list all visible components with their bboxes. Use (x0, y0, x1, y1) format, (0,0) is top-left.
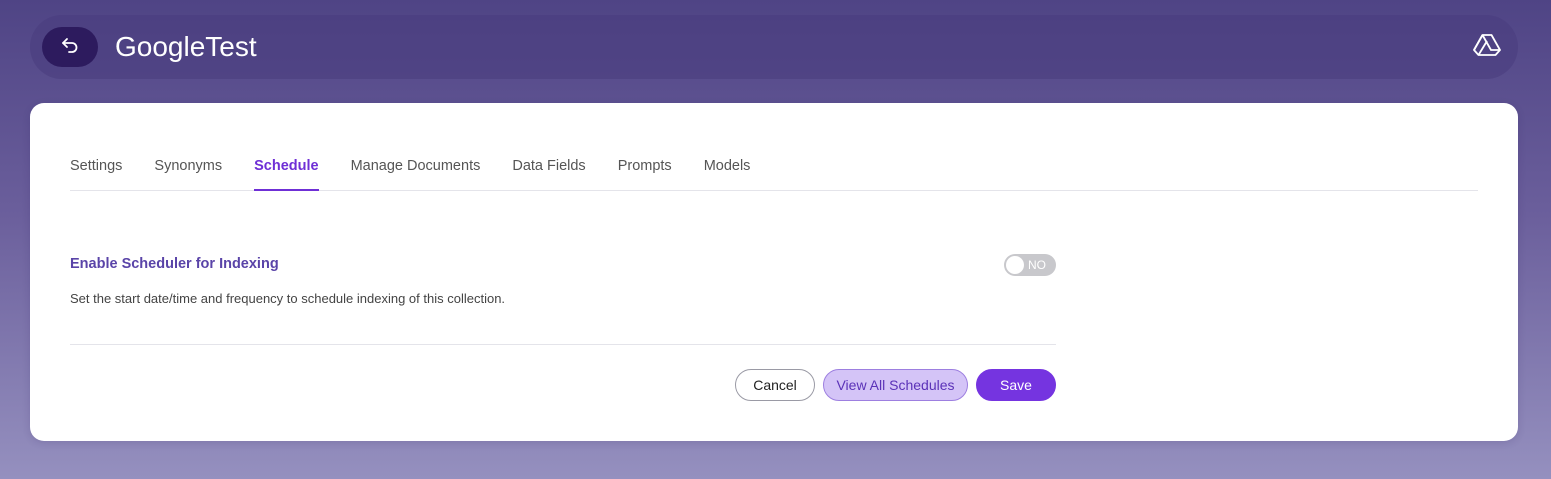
page-title: GoogleTest (115, 31, 257, 62)
divider (70, 344, 1056, 345)
tab-data-fields[interactable]: Data Fields (512, 147, 585, 189)
tab-settings[interactable]: Settings (70, 147, 122, 189)
cancel-button[interactable]: Cancel (735, 369, 815, 401)
tab-prompts[interactable]: Prompts (618, 147, 672, 189)
tab-synonyms[interactable]: Synonyms (154, 147, 222, 189)
view-all-schedules-button[interactable]: View All Schedules (823, 369, 968, 401)
back-button[interactable] (42, 27, 98, 67)
scheduler-toggle[interactable]: NO (1004, 254, 1056, 276)
tab-manage-documents[interactable]: Manage Documents (351, 147, 481, 189)
toggle-label: NO (1028, 258, 1046, 272)
toggle-knob (1006, 256, 1024, 274)
tab-schedule[interactable]: Schedule (254, 147, 319, 191)
top-bar: GoogleTest (30, 15, 1518, 79)
back-arrow-icon (61, 37, 79, 58)
google-drive-button[interactable] (1472, 32, 1502, 62)
tab-models[interactable]: Models (704, 147, 751, 189)
tab-bar: Settings Synonyms Schedule Manage Docume… (70, 147, 1478, 191)
settings-card: Settings Synonyms Schedule Manage Docume… (30, 103, 1518, 441)
scheduler-description: Set the start date/time and frequency to… (70, 291, 506, 306)
scheduler-title: Enable Scheduler for Indexing (70, 256, 279, 272)
save-button[interactable]: Save (976, 369, 1056, 401)
google-drive-icon (1473, 33, 1501, 62)
